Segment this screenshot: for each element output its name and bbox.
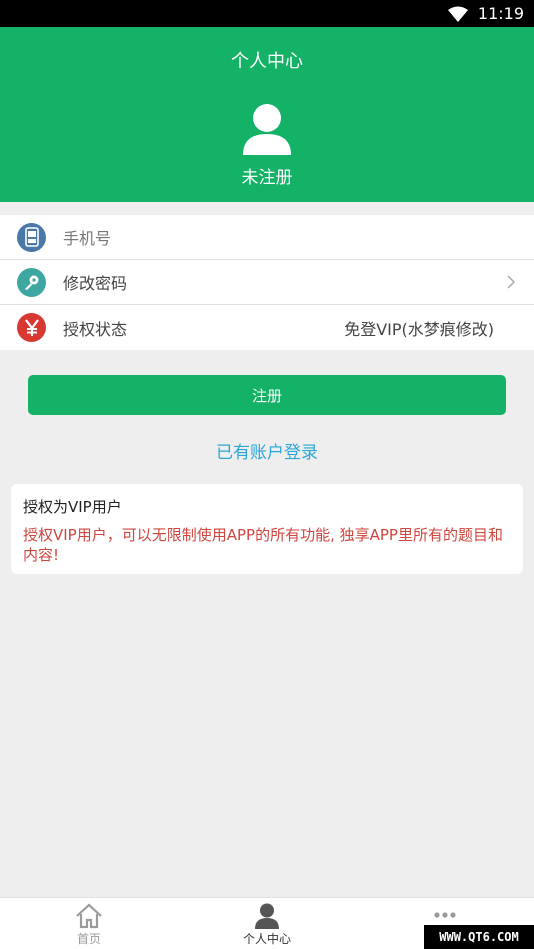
avatar-icon[interactable]: [241, 103, 293, 155]
login-link[interactable]: 已有账户登录: [0, 438, 534, 463]
status-bar: 11:19: [0, 0, 534, 27]
settings-list: 手机号 修改密码 授权状态 免登VIP(水梦痕修改): [0, 215, 534, 350]
key-icon: [17, 267, 46, 297]
change-password-label: 修改密码: [63, 274, 128, 293]
vip-info-card: 授权为VIP用户 授权VIP用户，可以无限制使用APP的所有功能, 独享APP里…: [11, 484, 523, 574]
phone-row[interactable]: 手机号: [0, 215, 534, 260]
auth-status-row[interactable]: 授权状态 免登VIP(水梦痕修改): [0, 305, 534, 350]
chevron-right-icon: [507, 275, 516, 289]
page-title: 个人中心: [231, 51, 303, 72]
tab-home-label: 首页: [76, 932, 101, 946]
auth-status-label: 授权状态: [63, 319, 128, 339]
register-button[interactable]: 注册: [28, 375, 506, 415]
vip-card-text: 授权VIP用户，可以无限制使用APP的所有功能, 独享APP里所有的题目和内容!: [23, 526, 503, 564]
change-password-row[interactable]: 修改密码: [0, 260, 534, 305]
wifi-icon: [447, 6, 468, 22]
profile-header: 个人中心 未注册: [0, 27, 534, 202]
tab-home[interactable]: 首页: [0, 898, 178, 949]
home-icon: [76, 903, 102, 929]
user-icon: [255, 903, 279, 929]
yen-icon: [17, 313, 46, 342]
username: 未注册: [241, 168, 293, 188]
phone-icon: [17, 222, 46, 252]
tab-profile-label: 个人中心: [242, 932, 291, 946]
vip-card-title: 授权为VIP用户: [23, 498, 122, 516]
tab-profile[interactable]: 个人中心: [178, 898, 356, 949]
phone-label: 手机号: [63, 229, 112, 248]
auth-status-value: 免登VIP(水梦痕修改): [344, 319, 494, 339]
watermark: WWW.QT6.COM: [424, 925, 534, 949]
status-time: 11:19: [477, 4, 524, 23]
